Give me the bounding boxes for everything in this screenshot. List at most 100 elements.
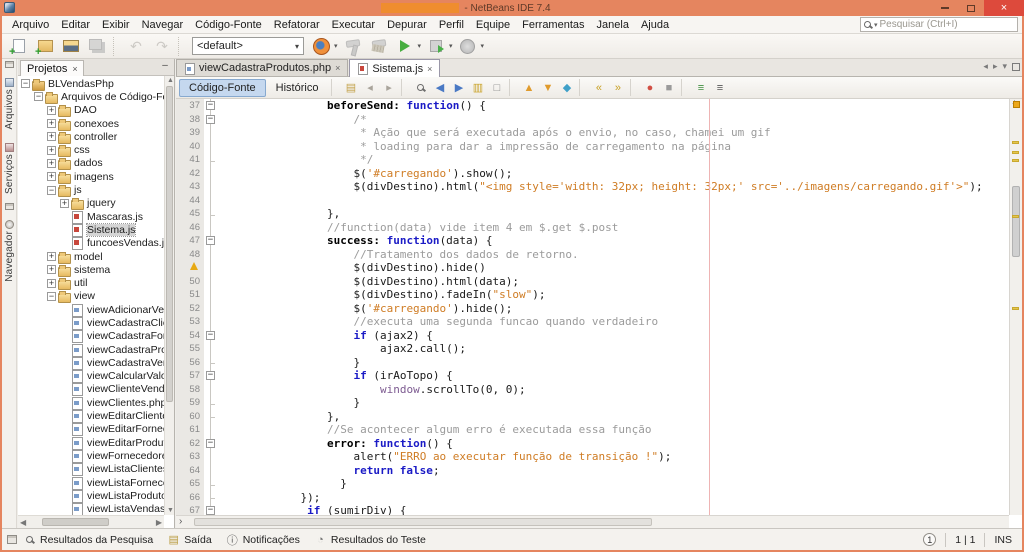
toggle-rectangular-selection-icon[interactable]: □: [487, 79, 506, 97]
tree-node-funcoesvendas.js[interactable]: funcoesVendas.js: [18, 237, 164, 251]
tree-node-mascaras.js[interactable]: Mascaras.js: [18, 210, 164, 224]
comment-icon[interactable]: ≡: [691, 79, 710, 97]
minimize-panel-icon[interactable]: –: [160, 61, 170, 72]
code-line[interactable]: 47− success: function(data) {: [176, 234, 1022, 248]
code-line[interactable]: 64 return false;: [176, 463, 1022, 477]
scroll-tabs-right-icon[interactable]: ▸: [993, 61, 998, 72]
shift-line-right-icon[interactable]: »: [608, 79, 627, 97]
browser-firefox-icon[interactable]: [309, 36, 333, 57]
scrollbar-thumb[interactable]: [194, 518, 653, 526]
warning-mark[interactable]: [1012, 307, 1019, 310]
dock-restore-group-mid[interactable]: [4, 203, 14, 211]
start-macro-recording-icon[interactable]: ●: [640, 79, 659, 97]
menu-arquivo[interactable]: Arquivo: [6, 18, 55, 32]
fold-collapse-icon[interactable]: −: [206, 330, 215, 340]
tree-node-viewfornecedores[interactable]: viewFornecedores: [18, 449, 164, 463]
chevron-down-icon[interactable]: ▾: [334, 42, 338, 50]
tree-node-js[interactable]: − js: [18, 183, 164, 198]
configuration-combo[interactable]: <default> ▾: [192, 37, 304, 55]
tree-node-viewcadastraprod[interactable]: viewCadastraProd: [18, 343, 164, 357]
error-stripe[interactable]: ▲: [1009, 99, 1022, 515]
projects-horizontal-scrollbar[interactable]: ◀ ▶: [18, 515, 164, 528]
scroll-tabs-left-icon[interactable]: ◂: [983, 61, 988, 72]
close-tab-icon[interactable]: ×: [335, 63, 340, 73]
tree-node-vieweditarfornece[interactable]: viewEditarFornece: [18, 423, 164, 437]
code-line[interactable]: 38− /*: [176, 112, 1022, 126]
menu-executar[interactable]: Executar: [326, 18, 381, 32]
collapse-icon[interactable]: −: [47, 185, 56, 195]
notification-badge[interactable]: 1: [923, 533, 937, 546]
fold-region[interactable]: −: [204, 99, 217, 113]
tree-node-conexoes[interactable]: + conexoes: [18, 117, 164, 131]
notificacoes-button[interactable]: ⓘ Notificações: [226, 533, 300, 547]
code-line[interactable]: 39 * Ação que será executada após o envi…: [176, 126, 1022, 140]
code-line[interactable]: 55 ajax2.call();: [176, 342, 1022, 356]
tree-node-arquivos-de-codigo-fonte[interactable]: − Arquivos de Código-Fonte: [18, 90, 164, 104]
maximize-button[interactable]: [958, 0, 984, 16]
tree-node-viewlistaprodutos[interactable]: viewListaProdutos: [18, 489, 164, 503]
scroll-right-icon[interactable]: ▶: [156, 518, 162, 527]
warning-mark[interactable]: [1012, 151, 1019, 154]
fold-collapse-icon[interactable]: −: [206, 236, 215, 245]
tree-node-viewcadastravend[interactable]: viewCadastraVend: [18, 356, 164, 370]
menu-depurar[interactable]: Depurar: [381, 18, 433, 32]
dock-tab-navegador[interactable]: Navegador: [4, 217, 15, 285]
fold-collapse-icon[interactable]: −: [206, 438, 215, 448]
tree-node-viewcadastraforn[interactable]: viewCadastraForn: [18, 330, 164, 344]
code-line[interactable]: 52 $('#carregando').hide();: [176, 301, 1022, 315]
quick-search[interactable]: ▾: [860, 17, 1018, 32]
fold-collapse-icon[interactable]: −: [206, 371, 215, 380]
fold-region[interactable]: −: [204, 112, 217, 126]
build-icon[interactable]: [341, 36, 365, 57]
fold-region[interactable]: −: [204, 504, 217, 515]
toggle-bookmark-icon[interactable]: ◆: [557, 79, 576, 97]
minimize-button[interactable]: [932, 0, 958, 16]
scrollbar-thumb[interactable]: [1012, 186, 1020, 258]
tree-node-viewclientevenda[interactable]: viewClienteVenda: [18, 383, 164, 397]
scrollbar-thumb[interactable]: [42, 518, 110, 526]
expand-icon[interactable]: +: [47, 105, 56, 115]
menu-ferramentas[interactable]: Ferramentas: [516, 18, 590, 32]
code-line[interactable]: 63 alert("ERRO ao executar função de tra…: [176, 450, 1022, 464]
menu-perfil[interactable]: Perfil: [433, 18, 470, 32]
next-bookmark-icon[interactable]: ▼: [538, 79, 557, 97]
redo-icon[interactable]: ↷: [150, 36, 174, 57]
open-project-icon[interactable]: [59, 36, 83, 57]
uncomment-icon[interactable]: ≡: [710, 79, 729, 97]
scrollbar-thumb[interactable]: [166, 86, 173, 403]
statusbar-window-icon[interactable]: [7, 535, 17, 544]
tree-node-controller[interactable]: + controller: [18, 130, 164, 144]
saida-button[interactable]: ▤ Saída: [167, 533, 212, 547]
expand-icon[interactable]: +: [47, 265, 56, 275]
shift-line-left-icon[interactable]: «: [589, 79, 608, 97]
fold-region[interactable]: −: [204, 234, 217, 248]
code-line[interactable]: 57− if (irAoTopo) {: [176, 369, 1022, 383]
code-editor[interactable]: 37− beforeSend: function() {38− /* 39 * A…: [176, 99, 1022, 515]
code-line[interactable]: 54− if (ajax2) {: [176, 328, 1022, 342]
code-line[interactable]: 37− beforeSend: function() {: [176, 99, 1022, 113]
expand-icon[interactable]: +: [47, 252, 56, 261]
code-line[interactable]: 46 //function(data) vide item 4 em $.get…: [176, 220, 1022, 234]
expand-icon[interactable]: +: [47, 132, 56, 142]
menu-refatorar[interactable]: Refatorar: [268, 18, 326, 32]
previous-bookmark-icon[interactable]: ▲: [519, 79, 538, 97]
tree-node-blvendasphp[interactable]: − BLVendasPhp: [18, 77, 164, 91]
collapse-icon[interactable]: −: [34, 92, 43, 102]
code-line[interactable]: 51 $(divDestino).fadeIn("slow");: [176, 288, 1022, 302]
scroll-chevron-icon[interactable]: ›: [179, 516, 182, 527]
fold-region[interactable]: −: [204, 369, 217, 383]
fold-collapse-icon[interactable]: −: [206, 506, 215, 515]
code-line[interactable]: 42 $('#carregando').show();: [176, 166, 1022, 180]
code-line[interactable]: 50 $(divDestino).html(data);: [176, 274, 1022, 288]
new-file-icon[interactable]: [7, 36, 31, 58]
tree-node-sistema.js[interactable]: Sistema.js: [18, 222, 164, 237]
expand-icon[interactable]: +: [47, 158, 56, 168]
tree-node-model[interactable]: + model: [18, 250, 164, 264]
code-line[interactable]: 44: [176, 193, 1022, 207]
menu-exibir[interactable]: Exibir: [96, 18, 136, 32]
chevron-down-icon[interactable]: ▾: [418, 42, 422, 50]
opened-documents-list-icon[interactable]: ▾: [1002, 61, 1007, 72]
find-next-occurrence-icon[interactable]: ▶: [449, 79, 468, 97]
stop-macro-recording-icon[interactable]: ■: [659, 79, 678, 97]
warning-status-icon[interactable]: [1013, 101, 1020, 108]
